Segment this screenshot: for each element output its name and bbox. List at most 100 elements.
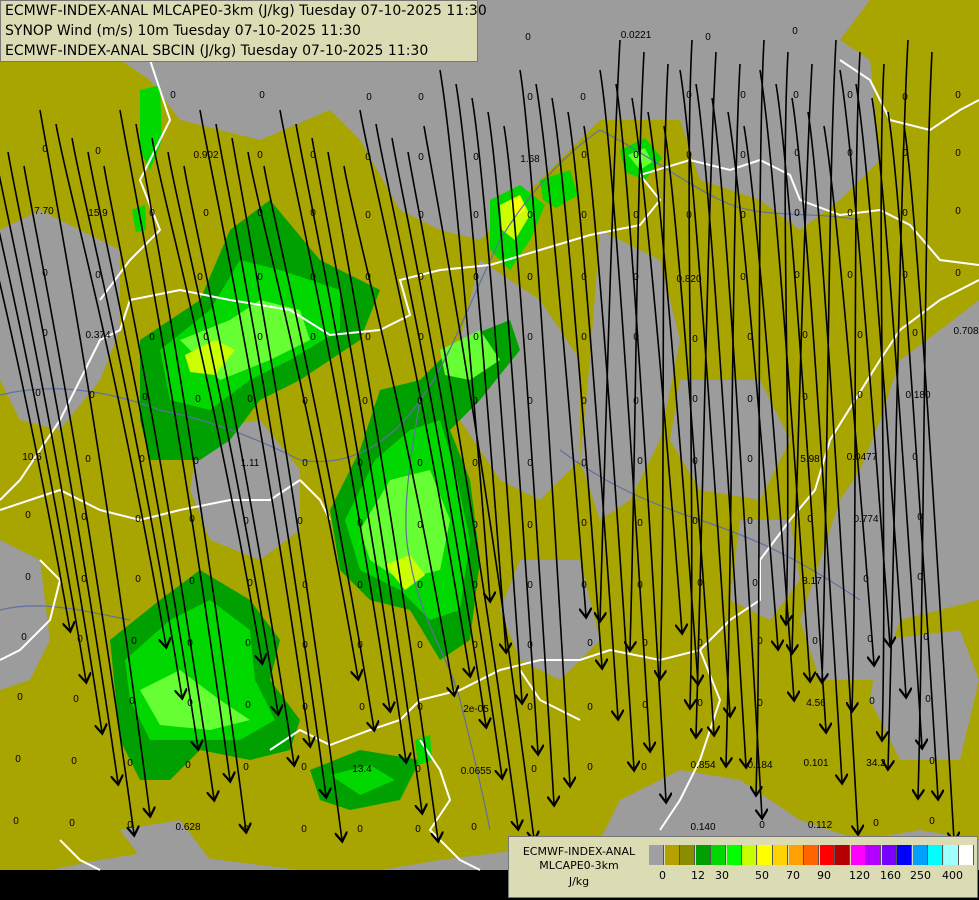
sbcin-value: 0 [757,636,763,647]
sbcin-value: 0 [929,816,935,827]
sbcin-value: 0 [17,692,23,703]
legend-tick-label: 70 [786,869,800,882]
sbcin-value: 0 [131,636,137,647]
sbcin-value: 0.774 [853,514,878,525]
sbcin-value: 0 [747,516,753,527]
legend-tick-label: 12 [691,869,705,882]
legend-swatch [835,845,850,865]
sbcin-value: 0 [473,210,479,221]
sbcin-value: 0 [587,762,593,773]
sbcin-value: 0 [692,516,698,527]
sbcin-value: 0 [185,760,191,771]
sbcin-value: 0 [472,396,478,407]
sbcin-value: 0 [418,272,424,283]
sbcin-value: 3.17 [802,576,822,587]
legend-swatch [649,845,664,865]
legend-swatch [788,845,804,865]
sbcin-value: 0 [641,762,647,773]
legend-title-1: ECMWF-INDEX-ANAL [522,845,636,858]
sbcin-value: 0 [692,394,698,405]
sbcin-value: 0 [633,210,639,221]
legend-swatch [773,845,788,865]
header-line-mlcape: ECMWF-INDEX-ANAL MLCAPE0-3km (J/kg) Tues… [5,3,487,19]
sbcin-value: 0 [527,702,533,713]
legend-swatch [664,845,680,865]
legend-tick-label: 160 [880,869,901,882]
sbcin-value: 0 [802,330,808,341]
sbcin-value: 0 [35,388,41,399]
legend-tick-label: 120 [849,869,870,882]
sbcin-value: 0 [847,148,853,159]
sbcin-value: 0 [581,518,587,529]
sbcin-value: 15.9 [88,208,108,219]
sbcin-value: 0 [637,518,643,529]
sbcin-value: 5.98 [800,454,820,465]
sbcin-value: 0 [417,702,423,713]
sbcin-value: 0 [149,332,155,343]
sbcin-value: 7.70 [34,206,54,217]
sbcin-value: 0 [525,32,531,43]
sbcin-value: 0 [203,332,209,343]
sbcin-value: 0 [802,392,808,403]
sbcin-value: 0 [697,638,703,649]
sbcin-value: 0 [257,332,263,343]
sbcin-value: 0 [302,458,308,469]
sbcin-value: 0 [794,270,800,281]
sbcin-value: 0 [197,272,203,283]
sbcin-value: 0 [357,640,363,651]
sbcin-value: 0 [587,702,593,713]
sbcin-value: 0.708 [953,326,978,337]
sbcin-value: 0 [912,328,918,339]
sbcin-value: 0.820 [676,274,701,285]
sbcin-value: 0.902 [193,150,218,161]
sbcin-value: 0 [359,702,365,713]
legend-swatch [959,845,974,865]
sbcin-value: 0 [365,210,371,221]
sbcin-value: 0 [81,512,87,523]
sbcin-value: 0 [633,150,639,161]
sbcin-value: 0 [203,208,209,219]
sbcin-value: 0 [527,640,533,651]
sbcin-value: 0.180 [905,390,930,401]
sbcin-value: 0 [912,452,918,463]
sbcin-value: 0 [740,272,746,283]
sbcin-value: 0 [472,458,478,469]
sbcin-value: 0 [697,698,703,709]
sbcin-value: 0 [415,824,421,835]
sbcin-value: 0.184 [747,760,772,771]
sbcin-value: 0 [794,148,800,159]
sbcin-value: 0 [142,392,148,403]
weather-map[interactable]: 0 0 0 0.0221 0 0 0 0 0 0 0 0 0 0 0 0 0 0 0 0 0.902 0 0 0 0 0 1.68 0… [0,0,979,900]
sbcin-value: 0 [740,210,746,221]
sbcin-value: 0.112 [808,820,833,831]
legend-swatch [726,845,742,865]
sbcin-value: 0 [581,580,587,591]
sbcin-value: 0 [357,824,363,835]
sbcin-value: 0.0221 [621,30,652,41]
legend-tick-label: 0 [659,869,666,882]
sbcin-value: 0 [357,580,363,591]
sbcin-value: 0 [301,824,307,835]
legend-tick-label: 400 [942,869,963,882]
sbcin-value: 0 [245,700,251,711]
sbcin-value: 0 [580,92,586,103]
sbcin-value: 2e-05 [463,704,489,715]
sbcin-value: 0 [366,92,372,103]
sbcin-value: 0 [245,638,251,649]
sbcin-value: 0 [697,578,703,589]
sbcin-value: 0 [747,454,753,465]
sbcin-value: 0 [633,396,639,407]
legend-swatch [819,845,835,865]
sbcin-value: 0 [637,456,643,467]
sbcin-value: 0 [139,454,145,465]
sbcin-value: 0 [902,148,908,159]
sbcin-value: 0 [863,574,869,585]
sbcin-value: 0 [243,762,249,773]
sbcin-value: 0 [581,332,587,343]
sbcin-value: 13.4 [352,764,372,775]
sbcin-value: 0 [301,762,307,773]
sbcin-value: 0 [473,332,479,343]
legend-swatch [866,845,881,865]
sbcin-value: 10.6 [22,452,42,463]
sbcin-value: 0 [527,520,533,531]
